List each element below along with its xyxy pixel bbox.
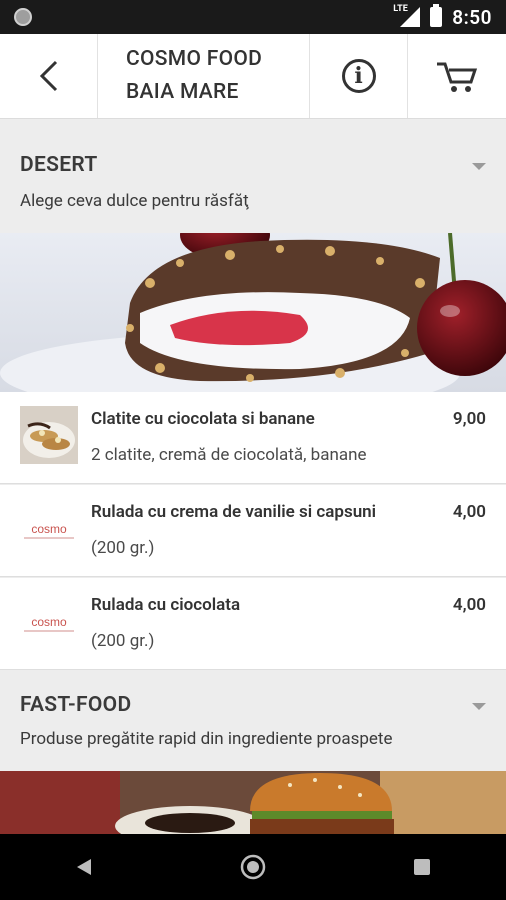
item-description: (200 gr.) xyxy=(91,538,155,558)
section-header-desert[interactable]: DESERT Alege ceva dulce pentru răsfăţ xyxy=(0,133,506,233)
signal-icon: LTE xyxy=(393,4,421,27)
chevron-down-icon[interactable] xyxy=(472,163,486,170)
network-type: LTE xyxy=(393,4,408,14)
status-indicators: LTE 8:50 xyxy=(393,0,492,34)
square-recents-icon xyxy=(413,859,430,875)
section-header-fast-food[interactable]: FAST-FOOD Produse pregătite rapid din in… xyxy=(0,671,506,771)
menu-item[interactable]: cosmo Rulada cu crema de vanilie si caps… xyxy=(0,485,506,577)
notification-dot-icon xyxy=(14,8,32,26)
battery-icon xyxy=(430,4,443,27)
home-circle-icon xyxy=(240,854,266,880)
menu-item[interactable]: cosmo Rulada cu ciocolata (200 gr.) 4,00 xyxy=(0,578,506,670)
menu-content[interactable]: DESERT Alege ceva dulce pentru răsfăţ Cl… xyxy=(0,119,506,834)
section-subtitle: Produse pregătite rapid din ingrediente … xyxy=(20,729,393,749)
back-button[interactable] xyxy=(0,34,98,118)
item-name: Clatite cu ciocolata si banane xyxy=(91,409,315,429)
cart-button[interactable] xyxy=(408,34,506,118)
item-price: 9,00 xyxy=(452,409,486,429)
menu-item[interactable]: Clatite cu ciocolata si banane 2 clatite… xyxy=(0,392,506,484)
system-nav-bar xyxy=(0,834,506,900)
section-title: FAST-FOOD xyxy=(20,693,132,717)
status-time: 8:50 xyxy=(452,5,492,29)
back-arrow-icon xyxy=(39,60,57,92)
restaurant-title: COSMO FOOD BAIA MARE xyxy=(126,47,263,104)
status-bar: LTE 8:50 xyxy=(0,0,506,34)
nav-recents-button[interactable] xyxy=(392,847,452,887)
nav-back-button[interactable] xyxy=(54,847,114,887)
item-price: 4,00 xyxy=(452,502,486,522)
title-cell: COSMO FOOD BAIA MARE xyxy=(98,34,310,118)
fast-food-banner-image xyxy=(0,771,506,834)
nav-home-button[interactable] xyxy=(223,847,283,887)
app-bar: COSMO FOOD BAIA MARE i xyxy=(0,34,506,119)
chevron-down-icon[interactable] xyxy=(472,703,486,710)
logo-text: cosmo xyxy=(31,522,67,536)
item-name: Rulada cu ciocolata xyxy=(91,595,241,615)
cosmo-logo: cosmo xyxy=(24,615,74,632)
item-description: (200 gr.) xyxy=(91,631,155,651)
info-icon: i xyxy=(341,59,376,93)
triangle-back-icon xyxy=(77,859,92,875)
logo-text: cosmo xyxy=(31,615,67,629)
pancake-thumbnail xyxy=(20,406,78,464)
section-subtitle: Alege ceva dulce pentru răsfăţ xyxy=(20,191,249,211)
cart-icon xyxy=(437,62,478,92)
item-name: Rulada cu crema de vanilie si capsuni xyxy=(91,502,377,522)
item-description: 2 clatite, cremă de ciocolată, banane xyxy=(91,445,367,465)
item-price: 4,00 xyxy=(452,595,486,615)
dessert-banner-image xyxy=(0,233,506,392)
cosmo-logo: cosmo xyxy=(24,522,74,539)
info-button[interactable]: i xyxy=(310,34,408,118)
section-title: DESERT xyxy=(20,153,98,177)
